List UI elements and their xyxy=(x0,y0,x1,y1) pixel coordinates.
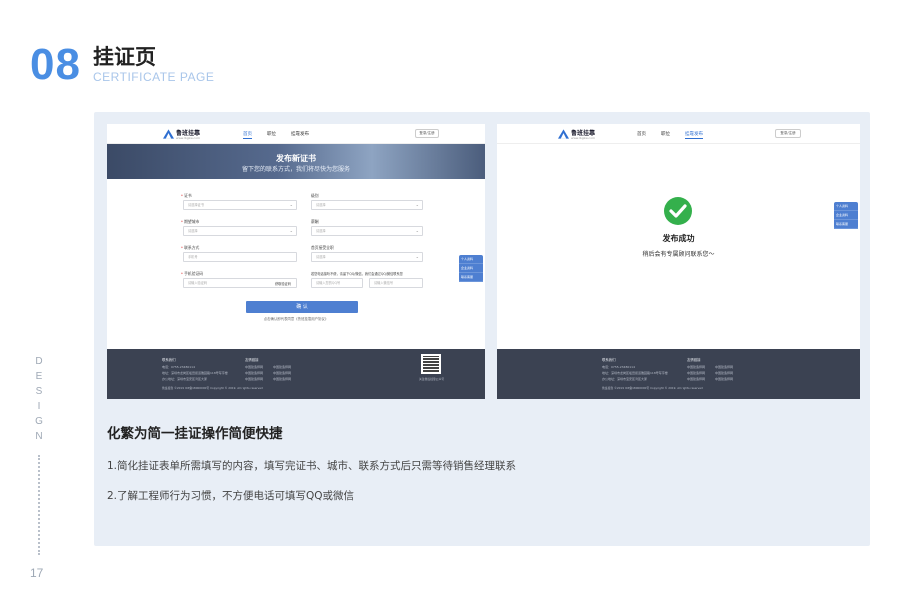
success-page-screenshot: 鲁班挂靠 www.lbgkw.com 首页 职位 挂靠发布 登录/注册 个人资料… xyxy=(497,124,860,399)
footer-contact-heading: 联系我们 xyxy=(602,358,616,362)
float-item-service[interactable]: 联系客服 xyxy=(459,273,483,282)
fulltime-select[interactable]: 请选择 ⌄ xyxy=(311,252,423,262)
footer-contact-line: 办公地址：深圳市宝安区湾区大厦 xyxy=(602,377,648,381)
city-select[interactable]: 请选择 ⌄ xyxy=(183,226,297,236)
phone-input[interactable]: 手机号 xyxy=(183,252,297,262)
footer-link[interactable]: 中国建造师网 xyxy=(245,377,263,381)
success-title: 发布成功 xyxy=(662,234,695,243)
section-title: 挂证页 xyxy=(93,45,156,69)
footer-copyright: 鲁班挂靠 ©2019 ICP备18000000号 Copyright © 201… xyxy=(162,386,263,390)
chevron-down-icon: ⌄ xyxy=(289,228,293,233)
login-button[interactable]: 登录/注册 xyxy=(775,129,801,138)
section-number: 08 xyxy=(30,40,81,89)
footer-link[interactable]: 中国建造师网 xyxy=(273,377,291,381)
wechat-input[interactable]: 请输入微信号 xyxy=(369,278,423,288)
success-subtitle: 稍后会有专属顾问联系您～ xyxy=(642,251,715,258)
footer-contact-line: 地址：深圳市龙岗区坂田街道雅园路118号写字楼 xyxy=(602,371,668,375)
float-item-company[interactable]: 企业资料 xyxy=(834,211,858,220)
design-letter: I xyxy=(37,401,41,412)
dotted-divider xyxy=(38,455,40,555)
nav-jobs[interactable]: 职位 xyxy=(661,131,670,137)
field-label-verify: * 手机验证码 xyxy=(181,271,204,276)
banner-title: 发布新证书 xyxy=(276,154,316,163)
nav-publish[interactable]: 挂靠发布 xyxy=(291,131,309,137)
chevron-down-icon: ⌄ xyxy=(415,228,419,233)
float-item-service[interactable]: 联系客服 xyxy=(834,220,858,229)
footer-link[interactable]: 中国建造师网 xyxy=(273,365,291,369)
footer-contact-heading: 联系我们 xyxy=(162,358,176,362)
site-logo-url: www.lbgkw.com xyxy=(176,136,200,140)
field-label-fulltime: 首页接受全职 xyxy=(311,245,334,250)
footer-link[interactable]: 中国建造师网 xyxy=(715,377,733,381)
alt-contact-label: 若您电话接听不便，请留下QQ/微信，我们会通过QQ/微信联系您 xyxy=(311,272,403,276)
field-label-city: * 期望城市 xyxy=(181,219,200,224)
certificate-select[interactable]: 请选择证书 ⌄ xyxy=(183,200,297,210)
logo-icon xyxy=(558,129,569,139)
site-footer: 联系我们 电话：0755-23480114 地址：深圳市龙岗区坂田街道雅园路11… xyxy=(107,349,485,399)
site-footer: 联系我们 电话：0755-23480114 地址：深圳市龙岗区坂田街道雅园路11… xyxy=(497,349,860,399)
float-item-company[interactable]: 企业资料 xyxy=(459,264,483,273)
footer-link[interactable]: 中国建造师网 xyxy=(687,377,705,381)
chevron-down-icon: ⌄ xyxy=(415,202,419,207)
footer-link[interactable]: 中国建造师网 xyxy=(715,371,733,375)
field-label-salary: 薪酬 xyxy=(311,219,319,224)
success-check-icon xyxy=(664,197,692,225)
field-label-contact: * 联系方式 xyxy=(181,245,200,250)
form-page-screenshot: 鲁班挂靠 www.lbgkw.com 首页 职位 挂靠发布 登录/注册 发布新证… xyxy=(107,124,485,399)
float-menu: 个人资料 企业资料 联系客服 xyxy=(834,202,858,229)
float-menu: 个人资料 企业资料 联系客服 xyxy=(459,255,483,282)
footer-link[interactable]: 中国建造师网 xyxy=(687,371,705,375)
float-item-personal[interactable]: 个人资料 xyxy=(459,255,483,264)
footer-link[interactable]: 中国建造师网 xyxy=(715,365,733,369)
site-logo-url: www.lbgkw.com xyxy=(571,136,595,140)
get-code-button[interactable]: 获取验证码 xyxy=(275,281,291,286)
description-title: 化繁为简一挂证操作简便快捷 xyxy=(107,426,283,442)
footer-contact-line: 办公地址：深圳市宝安区湾区大厦 xyxy=(162,377,208,381)
nav-publish[interactable]: 挂靠发布 xyxy=(685,131,703,139)
footer-link[interactable]: 中国建造师网 xyxy=(245,371,263,375)
agreement-note[interactable]: 点击确认即代表同意《鲁班挂靠用户协议》 xyxy=(107,316,485,321)
footer-link[interactable]: 中国建造师网 xyxy=(687,365,705,369)
footer-links-heading: 友情链接 xyxy=(687,358,701,362)
qq-input[interactable]: 请输入您的QQ号 xyxy=(311,278,363,288)
footer-contact-line: 电话：0755-23480114 xyxy=(602,365,635,369)
chevron-down-icon: ⌄ xyxy=(415,254,419,259)
site-nav: 鲁班挂靠 www.lbgkw.com 首页 职位 挂靠发布 登录/注册 xyxy=(107,124,485,144)
submit-button[interactable]: 确 认 xyxy=(246,301,358,313)
design-letter: N xyxy=(35,431,43,442)
logo-icon xyxy=(163,129,174,139)
section-subtitle: CERTIFICATE PAGE xyxy=(93,70,215,84)
salary-select[interactable]: 请选择 ⌄ xyxy=(311,226,423,236)
footer-copyright: 鲁班挂靠 ©2019 ICP备18000000号 Copyright © 201… xyxy=(602,386,703,390)
footer-contact-line: 电话：0755-23480114 xyxy=(162,365,195,369)
login-button[interactable]: 登录/注册 xyxy=(415,129,439,138)
level-select[interactable]: 请选择 ⌄ xyxy=(311,200,423,210)
description-point-1: 1.简化挂证表单所需填写的内容，填写完证书、城市、联系方式后只需等待销售经理联系 xyxy=(107,460,517,472)
footer-link[interactable]: 中国建造师网 xyxy=(273,371,291,375)
description-point-2: 2.了解工程师行为习惯，不方便电话可填写QQ或微信 xyxy=(107,490,355,502)
design-letter: S xyxy=(35,386,43,397)
nav-home[interactable]: 首页 xyxy=(637,131,646,137)
design-vertical-label: D E S I G N xyxy=(33,354,45,444)
footer-contact-line: 地址：深圳市龙岗区坂田街道雅园路118号写字楼 xyxy=(162,371,228,375)
footer-link[interactable]: 中国建造师网 xyxy=(245,365,263,369)
site-nav: 鲁班挂靠 www.lbgkw.com 首页 职位 挂靠发布 登录/注册 xyxy=(497,124,860,144)
page-number: 17 xyxy=(30,566,44,580)
design-letter: E xyxy=(35,371,43,382)
field-label-certificate: * 证书 xyxy=(181,193,192,198)
qr-caption: 关注鲁班挂靠公众号 xyxy=(419,377,445,381)
design-letter: G xyxy=(35,416,43,427)
nav-jobs[interactable]: 职位 xyxy=(267,131,276,137)
float-item-personal[interactable]: 个人资料 xyxy=(834,202,858,211)
page: 08 挂证页 CERTIFICATE PAGE D E S I G N 17 鲁… xyxy=(0,0,900,600)
design-letter: D xyxy=(35,356,43,367)
chevron-down-icon: ⌄ xyxy=(289,202,293,207)
nav-home[interactable]: 首页 xyxy=(243,131,252,139)
footer-links-heading: 友情链接 xyxy=(245,358,259,362)
qr-code xyxy=(421,354,441,374)
banner-subtitle: 留下您的联系方式，我们将尽快为您服务 xyxy=(241,166,350,173)
field-label-level: 级别 xyxy=(311,193,319,198)
